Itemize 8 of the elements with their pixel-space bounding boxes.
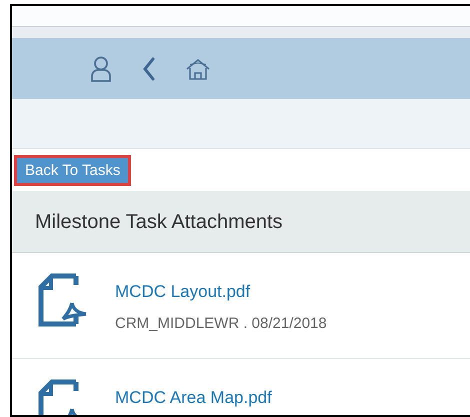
attachment-meta: CRM_MIDDLEWR . 08/21/2018 <box>115 315 327 334</box>
attachment-link[interactable]: MCDC Layout.pdf <box>115 281 327 302</box>
home-icon[interactable] <box>186 58 210 80</box>
section-title: Milestone Task Attachments <box>35 210 283 234</box>
user-icon[interactable] <box>90 56 112 82</box>
back-to-tasks-button[interactable]: Back To Tasks <box>14 154 132 186</box>
attachment-link[interactable]: MCDC Area Map.pdf <box>115 387 272 408</box>
back-icon[interactable] <box>142 56 156 80</box>
